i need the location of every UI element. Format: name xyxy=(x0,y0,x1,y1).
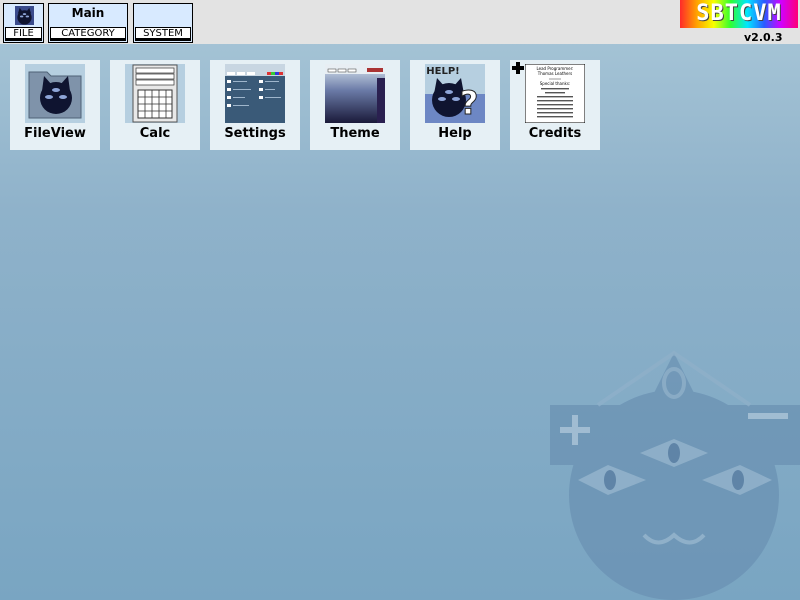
credits-line: Thomas Leathers xyxy=(537,71,573,76)
app-tile-settings[interactable]: Settings xyxy=(210,60,300,150)
app-tile-theme[interactable]: Theme xyxy=(310,60,400,150)
app-label: Calc xyxy=(139,126,171,141)
version-label: v2.0.3 xyxy=(744,31,783,44)
folder-cat-icon xyxy=(25,64,85,123)
app-tile-fileview[interactable]: FileView xyxy=(10,60,100,150)
theme-preview-icon xyxy=(325,64,385,123)
category-value: Main xyxy=(71,6,105,20)
cat-logo-icon xyxy=(15,6,34,25)
svg-text:?: ? xyxy=(460,84,479,122)
app-label: Credits xyxy=(528,126,582,141)
system-menu-button[interactable]: SYSTEM xyxy=(133,3,193,43)
help-badge: HELP! xyxy=(426,66,459,77)
top-bar: FILE Main CATEGORY SYSTEM SBTCVM v2.0.3 xyxy=(0,0,800,44)
credits-line: Special thanks: xyxy=(540,81,571,86)
app-tile-help[interactable]: ? HELP! Help xyxy=(410,60,500,150)
app-label: FileView xyxy=(24,126,86,141)
category-menu-label: CATEGORY xyxy=(50,27,126,41)
app-label: Settings xyxy=(224,126,286,141)
cat-watermark-icon xyxy=(550,350,800,600)
settings-preview-icon xyxy=(225,64,285,123)
help-icon: ? HELP! xyxy=(425,64,485,123)
calculator-icon xyxy=(125,64,185,123)
category-menu-button[interactable]: Main CATEGORY xyxy=(48,3,128,43)
app-logo: SBTCVM xyxy=(680,0,798,28)
app-tile-credits[interactable]: Lead Programmer: Thomas Leathers Special… xyxy=(510,60,600,150)
file-menu-label: FILE xyxy=(5,27,42,41)
app-label: Help xyxy=(438,126,472,141)
app-label: Theme xyxy=(330,126,380,141)
credits-document-icon: Lead Programmer: Thomas Leathers Special… xyxy=(525,64,585,123)
app-tile-calc[interactable]: Calc xyxy=(110,60,200,150)
system-menu-label: SYSTEM xyxy=(135,27,191,41)
file-menu-button[interactable]: FILE xyxy=(3,3,44,43)
plus-icon xyxy=(512,62,524,74)
